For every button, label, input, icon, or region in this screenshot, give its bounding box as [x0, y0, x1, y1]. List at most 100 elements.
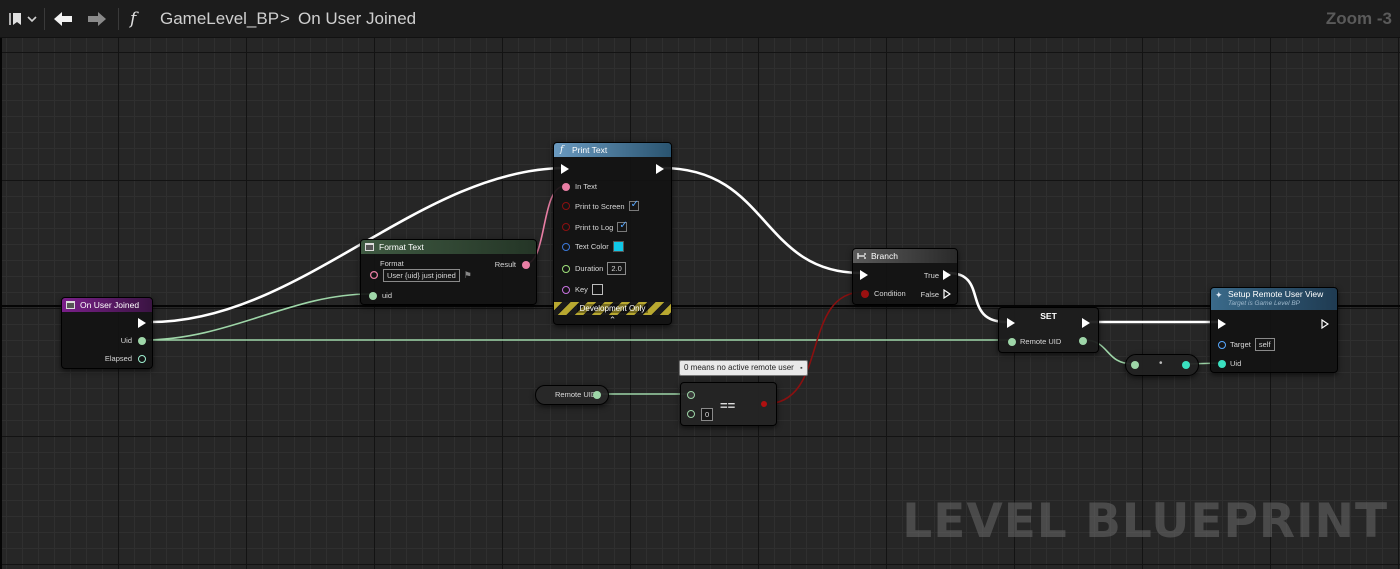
- uid-input-pin[interactable]: uid: [369, 291, 392, 300]
- node-header: On User Joined: [62, 298, 152, 312]
- development-only-banner: Development Only: [554, 302, 671, 315]
- flag-icon: ⚑: [463, 270, 472, 280]
- in-text-pin[interactable]: In Text: [562, 182, 597, 191]
- branch-node[interactable]: Branch True Condition False: [852, 248, 958, 305]
- expand-pins-button[interactable]: ⌃: [554, 315, 671, 326]
- function-node-print-text[interactable]: f Print Text In Text Print to Screen Pri…: [553, 142, 672, 325]
- elapsed-output-pin[interactable]: Elapsed: [105, 354, 146, 363]
- pin-label: Print to Screen: [575, 201, 625, 211]
- breadcrumb-blueprint[interactable]: GameLevel_BP: [160, 9, 279, 29]
- variable-getter-remote-uid[interactable]: Remote UID: [535, 385, 609, 405]
- variable-label: Remote UID: [555, 390, 597, 399]
- pin-label: False: [920, 289, 939, 299]
- pin-label: Key: [575, 285, 588, 294]
- result-output-pin[interactable]: Result: [495, 260, 530, 269]
- zoom-level: Zoom -3: [1325, 9, 1392, 28]
- pin-label: Uid: [1230, 359, 1242, 368]
- uid-output-pin[interactable]: Uid: [121, 336, 146, 345]
- false-exec-pin[interactable]: False: [921, 289, 951, 299]
- pin-label: Elapsed: [104, 354, 132, 363]
- function-icon: f: [130, 9, 137, 29]
- key-input[interactable]: [591, 284, 603, 295]
- format-label: Format: [380, 259, 404, 268]
- exec-input-pin[interactable]: [1218, 319, 1226, 329]
- result-output-pin[interactable]: [761, 401, 767, 407]
- key-pin[interactable]: Key: [562, 284, 603, 295]
- node-header: Format Text: [361, 240, 536, 254]
- equals-operator: ==: [720, 398, 736, 413]
- exec-output-pin[interactable]: [656, 164, 664, 174]
- pin-label: Duration: [575, 264, 604, 273]
- duration-pin[interactable]: Duration 2.0: [562, 262, 626, 275]
- toolbar-divider: [44, 8, 45, 30]
- target-input[interactable]: self: [1254, 338, 1275, 351]
- pin-label: Target: [1230, 340, 1251, 349]
- arrow-right-icon: [88, 12, 106, 26]
- function-node-setup-remote-user-view[interactable]: ✦ Setup Remote User View Target is Game …: [1210, 287, 1338, 373]
- pin-label: Text Color: [575, 242, 609, 251]
- node-header: ✦ Setup Remote User View Target is Game …: [1211, 288, 1337, 310]
- graph-toolbar: f GameLevel_BP > On User Joined Zoom -3: [0, 0, 1400, 38]
- format-text-input[interactable]: User {uid} just joined: [383, 269, 460, 282]
- node-subtitle: Target is Game Level BP: [1228, 300, 1301, 307]
- function-icon: [365, 243, 374, 251]
- forward-button[interactable]: [84, 7, 110, 31]
- true-exec-pin[interactable]: True: [924, 270, 951, 280]
- equals-node[interactable]: 0 ==: [680, 382, 777, 426]
- condition-pin[interactable]: Condition: [861, 289, 906, 298]
- variable-output-pin[interactable]: [593, 391, 601, 399]
- event-node-on-user-joined[interactable]: On User Joined Uid Elapsed: [61, 297, 153, 369]
- node-comment-bubble[interactable]: 0 means no active remote user ▪: [679, 360, 808, 376]
- format-value-field[interactable]: User {uid} just joined ⚑: [383, 269, 472, 282]
- bookmark-icon: [9, 13, 37, 25]
- breadcrumb-graph[interactable]: On User Joined: [298, 9, 416, 29]
- remote-uid-input-pin[interactable]: Remote UID: [1008, 337, 1061, 346]
- conversion-output-pin[interactable]: [1182, 361, 1190, 369]
- print-to-screen-pin[interactable]: Print to Screen: [562, 199, 639, 211]
- print-to-screen-checkbox[interactable]: [628, 199, 639, 211]
- development-only-label: Development Only: [576, 304, 649, 313]
- function-icon: f: [560, 145, 564, 155]
- format-input-pin[interactable]: [369, 260, 379, 280]
- b-input-pin[interactable]: [687, 410, 695, 418]
- exec-input-pin[interactable]: [1007, 318, 1015, 328]
- pin-label: Uid: [120, 336, 132, 345]
- conversion-node[interactable]: •: [1125, 354, 1199, 376]
- comment-pin-icon: ▪: [800, 365, 803, 372]
- set-variable-node[interactable]: SET Remote UID: [998, 307, 1099, 353]
- pin-label: Print to Log: [575, 222, 614, 232]
- back-button[interactable]: [50, 7, 76, 31]
- uid-input-pin[interactable]: Uid: [1218, 359, 1241, 368]
- remote-uid-output-pin[interactable]: [1079, 337, 1087, 345]
- graph-canvas[interactable]: [0, 38, 1400, 569]
- exec-output-pin[interactable]: [138, 318, 146, 328]
- print-to-log-checkbox[interactable]: [617, 220, 628, 232]
- node-title: Format Text: [379, 242, 424, 252]
- text-color-swatch[interactable]: [612, 241, 624, 252]
- print-to-log-pin[interactable]: Print to Log: [562, 220, 628, 232]
- exec-output-pin[interactable]: [1321, 319, 1329, 329]
- function-icon: ✦: [1215, 290, 1223, 300]
- target-pin[interactable]: Target self: [1218, 338, 1275, 351]
- pin-label: uid: [382, 291, 393, 300]
- text-color-pin[interactable]: Text Color: [562, 241, 624, 252]
- bookmark-menu-button[interactable]: [6, 7, 40, 31]
- toolbar-divider: [118, 8, 119, 30]
- node-title: Branch: [871, 251, 898, 261]
- breadcrumb-separator: >: [280, 9, 290, 28]
- b-value-input[interactable]: 0: [701, 408, 714, 421]
- duration-input[interactable]: 2.0: [607, 262, 626, 275]
- exec-input-pin[interactable]: [561, 164, 569, 174]
- arrow-left-icon: [54, 12, 72, 26]
- pure-node-format-text[interactable]: Format Text Format User {uid} just joine…: [360, 239, 537, 305]
- a-input-pin[interactable]: [687, 391, 695, 399]
- exec-input-pin[interactable]: [860, 270, 868, 280]
- graph-type-watermark: LEVEL BLUEPRINT: [902, 494, 1388, 549]
- exec-output-pin[interactable]: [1082, 318, 1090, 328]
- pin-label: Result: [494, 260, 516, 269]
- node-header: Branch: [853, 249, 957, 263]
- pin-label: In Text: [575, 182, 597, 191]
- graph-origin-axis: [0, 305, 1400, 307]
- conversion-input-pin[interactable]: [1131, 361, 1139, 369]
- branch-icon: [857, 253, 866, 259]
